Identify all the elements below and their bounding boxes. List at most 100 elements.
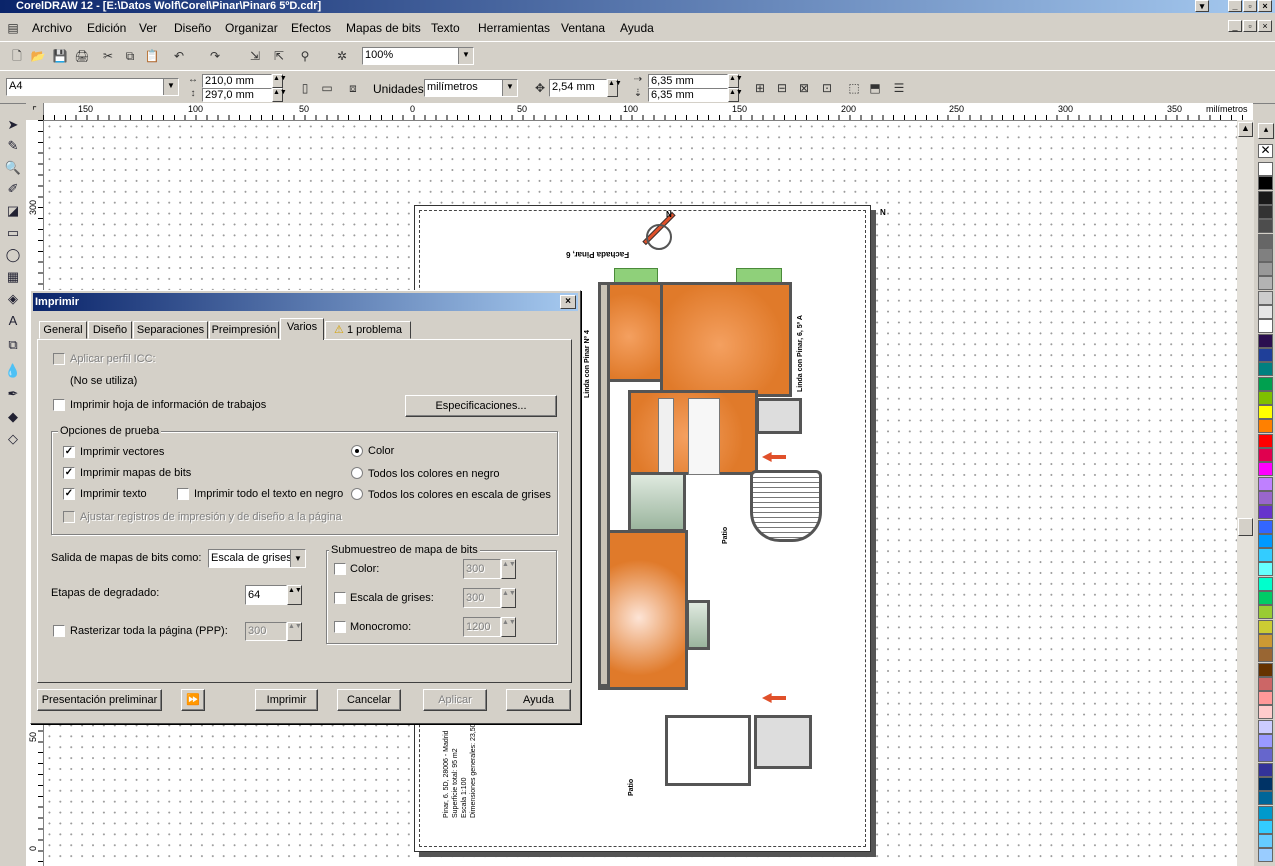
ds-gray-input[interactable]: 300: [463, 588, 501, 608]
tab-general[interactable]: General: [39, 321, 87, 339]
color-swatch[interactable]: [1258, 662, 1273, 677]
color-swatch[interactable]: [1258, 305, 1273, 319]
color-swatch[interactable]: [1258, 476, 1273, 491]
print-bitmaps-checkbox[interactable]: ✓: [63, 467, 75, 479]
corel-online-icon[interactable]: ✲: [333, 47, 351, 65]
color-swatch[interactable]: [1258, 333, 1273, 348]
height-spinner[interactable]: ▲▼: [272, 88, 287, 102]
cut-icon[interactable]: ✂: [99, 47, 117, 65]
color-swatch[interactable]: [1258, 419, 1273, 434]
chevron-down-icon[interactable]: ▼: [502, 80, 517, 96]
save-icon[interactable]: 💾: [51, 47, 69, 65]
select-all-icon[interactable]: ⬒: [866, 79, 884, 97]
all-black-radio[interactable]: [351, 467, 363, 479]
color-swatch[interactable]: [1258, 262, 1273, 277]
color-swatch[interactable]: [1258, 362, 1273, 377]
undo-icon[interactable]: ↶: [170, 47, 188, 65]
dup-y-spinner[interactable]: ▲▼: [728, 88, 743, 102]
color-swatch[interactable]: [1258, 519, 1273, 534]
graph-paper-tool-icon[interactable]: ▦: [3, 267, 23, 287]
color-swatch[interactable]: [1258, 834, 1273, 849]
color-swatch[interactable]: [1258, 633, 1273, 648]
color-swatch[interactable]: [1258, 762, 1273, 777]
open-icon[interactable]: 📂: [29, 47, 47, 65]
copy-icon[interactable]: ⧉: [121, 47, 139, 65]
text-tool-icon[interactable]: A: [3, 311, 23, 331]
zoom-combo[interactable]: 100% ▼: [362, 47, 474, 65]
color-swatch[interactable]: [1258, 605, 1273, 620]
cancel-button[interactable]: Cancelar: [337, 689, 401, 711]
import-icon[interactable]: ⇲: [246, 47, 264, 65]
menu-diseno[interactable]: Diseño: [174, 21, 211, 35]
duplicate-x-input[interactable]: 6,35 mm: [648, 74, 728, 88]
doc-close-button[interactable]: ×: [1258, 20, 1272, 32]
scroll-thumb[interactable]: [1238, 518, 1253, 536]
ds-mono-checkbox[interactable]: [334, 621, 346, 633]
tab-preimpresion[interactable]: Preimpresión: [209, 321, 279, 339]
treat-as-filled-icon[interactable]: ⬚: [845, 79, 863, 97]
icc-checkbox[interactable]: [53, 353, 65, 365]
rasterize-input[interactable]: 300: [245, 622, 287, 641]
color-swatch[interactable]: [1258, 676, 1273, 691]
chevron-down-icon[interactable]: ▼: [458, 48, 473, 64]
print-all-black-checkbox[interactable]: [177, 488, 189, 500]
nudge-input[interactable]: 2,54 mm: [549, 79, 607, 97]
rasterize-spinner[interactable]: ▲▼: [287, 622, 302, 641]
shape-tool-icon[interactable]: ✎: [3, 136, 23, 156]
freehand-tool-icon[interactable]: ✐: [3, 179, 23, 199]
print-icon[interactable]: 🖨: [73, 47, 91, 65]
nudge-spinner[interactable]: ▲▼: [607, 79, 622, 97]
menu-ayuda[interactable]: Ayuda: [620, 21, 654, 35]
ds-color-spinner[interactable]: ▲▼: [501, 559, 516, 579]
close-button[interactable]: ×: [1258, 0, 1272, 12]
palette-scroll-up-icon[interactable]: ▴: [1258, 123, 1274, 139]
zoom-tool-icon[interactable]: 🔍: [3, 158, 23, 178]
color-swatch[interactable]: [1258, 791, 1273, 806]
tab-problema[interactable]: ⚠ 1 problema: [325, 321, 411, 339]
basic-shapes-tool-icon[interactable]: ◈: [3, 289, 23, 309]
duplicate-y-input[interactable]: 6,35 mm: [648, 88, 728, 102]
fit-marks-checkbox[interactable]: [63, 511, 75, 523]
color-swatch[interactable]: [1258, 219, 1273, 234]
specifications-button[interactable]: Especificaciones...: [405, 395, 557, 417]
export-icon[interactable]: ⇱: [270, 47, 288, 65]
no-color-icon[interactable]: ✕: [1258, 144, 1273, 158]
page-width-input[interactable]: 210,0 mm: [202, 74, 272, 88]
document-icon[interactable]: ▤: [4, 19, 22, 37]
expand-preview-icon[interactable]: ⏩: [181, 689, 205, 711]
ds-gray-spinner[interactable]: ▲▼: [501, 588, 516, 608]
color-swatch[interactable]: [1258, 390, 1273, 405]
tab-diseno[interactable]: Diseño: [88, 321, 132, 339]
ds-gray-checkbox[interactable]: [334, 592, 346, 604]
menu-ver[interactable]: Ver: [139, 21, 157, 35]
snap-objects-icon[interactable]: ⊠: [795, 79, 813, 97]
landscape-icon[interactable]: ▭: [318, 79, 336, 97]
color-swatch[interactable]: [1258, 705, 1273, 720]
color-swatch[interactable]: [1258, 805, 1273, 820]
menu-archivo[interactable]: Archivo: [32, 21, 72, 35]
color-swatch[interactable]: [1258, 533, 1273, 548]
tab-varios[interactable]: Varios: [280, 318, 324, 340]
color-swatch[interactable]: [1258, 819, 1273, 834]
doc-restore-button[interactable]: ▫: [1243, 20, 1257, 32]
menu-ventana[interactable]: Ventana: [561, 21, 605, 35]
paste-icon[interactable]: 📋: [143, 47, 161, 65]
color-swatch[interactable]: [1258, 290, 1273, 305]
rectangle-tool-icon[interactable]: ▭: [3, 223, 23, 243]
print-preview-button[interactable]: Presentación preliminar: [37, 689, 162, 711]
ds-mono-input[interactable]: 1200: [463, 617, 501, 637]
color-swatch[interactable]: [1258, 247, 1273, 262]
outline-tool-icon[interactable]: ✒: [3, 384, 23, 404]
menu-efectos[interactable]: Efectos: [291, 21, 331, 35]
application-launcher-icon[interactable]: ⚲: [296, 47, 314, 65]
chevron-down-icon[interactable]: ▼: [290, 550, 305, 567]
menu-mapas-de-bits[interactable]: Mapas de bits: [346, 21, 421, 35]
minimize-button[interactable]: _: [1228, 0, 1242, 12]
color-swatch[interactable]: [1258, 591, 1273, 605]
doc-minimize-button[interactable]: _: [1228, 20, 1242, 32]
ruler-origin-icon[interactable]: ⌜: [26, 103, 44, 120]
pick-tool-icon[interactable]: ➤: [3, 115, 23, 135]
ds-color-checkbox[interactable]: [334, 563, 346, 575]
color-swatch[interactable]: [1258, 548, 1273, 563]
fill-tool-icon[interactable]: ◆: [3, 407, 23, 427]
